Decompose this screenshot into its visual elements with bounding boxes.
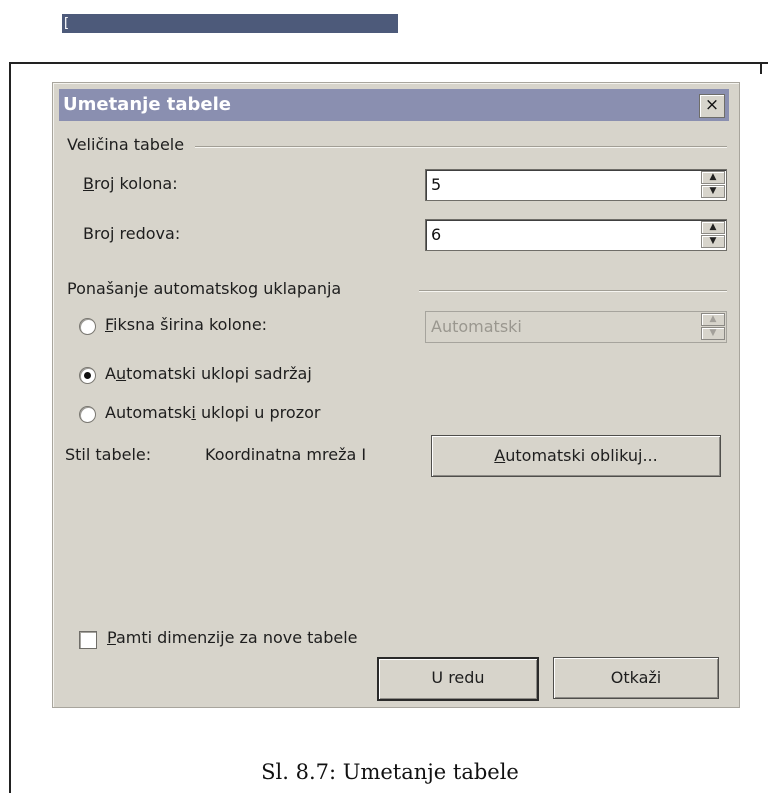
- columns-label: Broj kolona:: [83, 174, 178, 193]
- figure-caption: Sl. 8.7: Umetanje tabele: [261, 760, 519, 784]
- top-bar-text: [: [64, 16, 70, 31]
- ok-button[interactable]: U redu: [377, 657, 539, 701]
- frame-border-right: [760, 62, 762, 74]
- size-group-label: Veličina tabele: [67, 135, 185, 154]
- rows-down-arrow-icon[interactable]: ▼: [701, 235, 725, 248]
- dialog-title: Umetanje tabele: [63, 94, 232, 115]
- autofit-group-label: Ponašanje automatskog uklapanja: [67, 279, 342, 298]
- rows-label: Broj redova:: [83, 224, 181, 243]
- columns-down-arrow-icon[interactable]: ▼: [701, 185, 725, 198]
- autofit-content-label: Automatski uklopi sadržaj: [105, 364, 312, 383]
- autofit-window-label: Automatski uklopi u prozor: [105, 403, 321, 422]
- frame-border-left: [9, 62, 11, 793]
- remember-dimensions-checkbox[interactable]: [79, 631, 97, 649]
- fixed-width-down-arrow-icon: ▼: [701, 327, 725, 340]
- radio-selected-dot-icon: [84, 372, 91, 379]
- autofit-window-radio[interactable]: [79, 406, 96, 423]
- cancel-button[interactable]: Otkaži: [553, 657, 719, 699]
- rows-up-arrow-icon[interactable]: ▲: [701, 221, 725, 234]
- close-button[interactable]: ×: [699, 94, 725, 118]
- title-bar: Umetanje tabele ×: [59, 89, 729, 121]
- columns-up-arrow-icon[interactable]: ▲: [701, 171, 725, 184]
- columns-value: 5: [431, 175, 442, 194]
- frame-border-top: [9, 62, 768, 64]
- fixed-width-value: Automatski: [431, 317, 522, 336]
- autofit-content-radio[interactable]: [79, 367, 96, 384]
- size-group-divider: [195, 146, 727, 148]
- top-bar: [: [62, 14, 398, 33]
- rows-value: 6: [431, 225, 442, 244]
- columns-stepper[interactable]: 5 ▲ ▼: [425, 169, 727, 201]
- remember-dimensions-label: Pamti dimenzije za nove tabele: [107, 628, 358, 647]
- insert-table-dialog: Umetanje tabele × Veličina tabele Broj k…: [52, 82, 740, 708]
- autofit-group-divider: [419, 290, 727, 292]
- autoformat-button[interactable]: Automatski oblikuj...: [431, 435, 721, 477]
- fixed-width-up-arrow-icon: ▲: [701, 313, 725, 326]
- table-style-label: Stil tabele:: [65, 445, 152, 464]
- fixed-width-stepper: Automatski ▲ ▼: [425, 311, 727, 343]
- fixed-width-label: Fiksna širina kolone:: [105, 315, 268, 334]
- close-icon: ×: [704, 95, 720, 115]
- fixed-width-radio[interactable]: [79, 318, 96, 335]
- rows-stepper[interactable]: 6 ▲ ▼: [425, 219, 727, 251]
- table-style-value: Koordinatna mreža I: [205, 445, 367, 464]
